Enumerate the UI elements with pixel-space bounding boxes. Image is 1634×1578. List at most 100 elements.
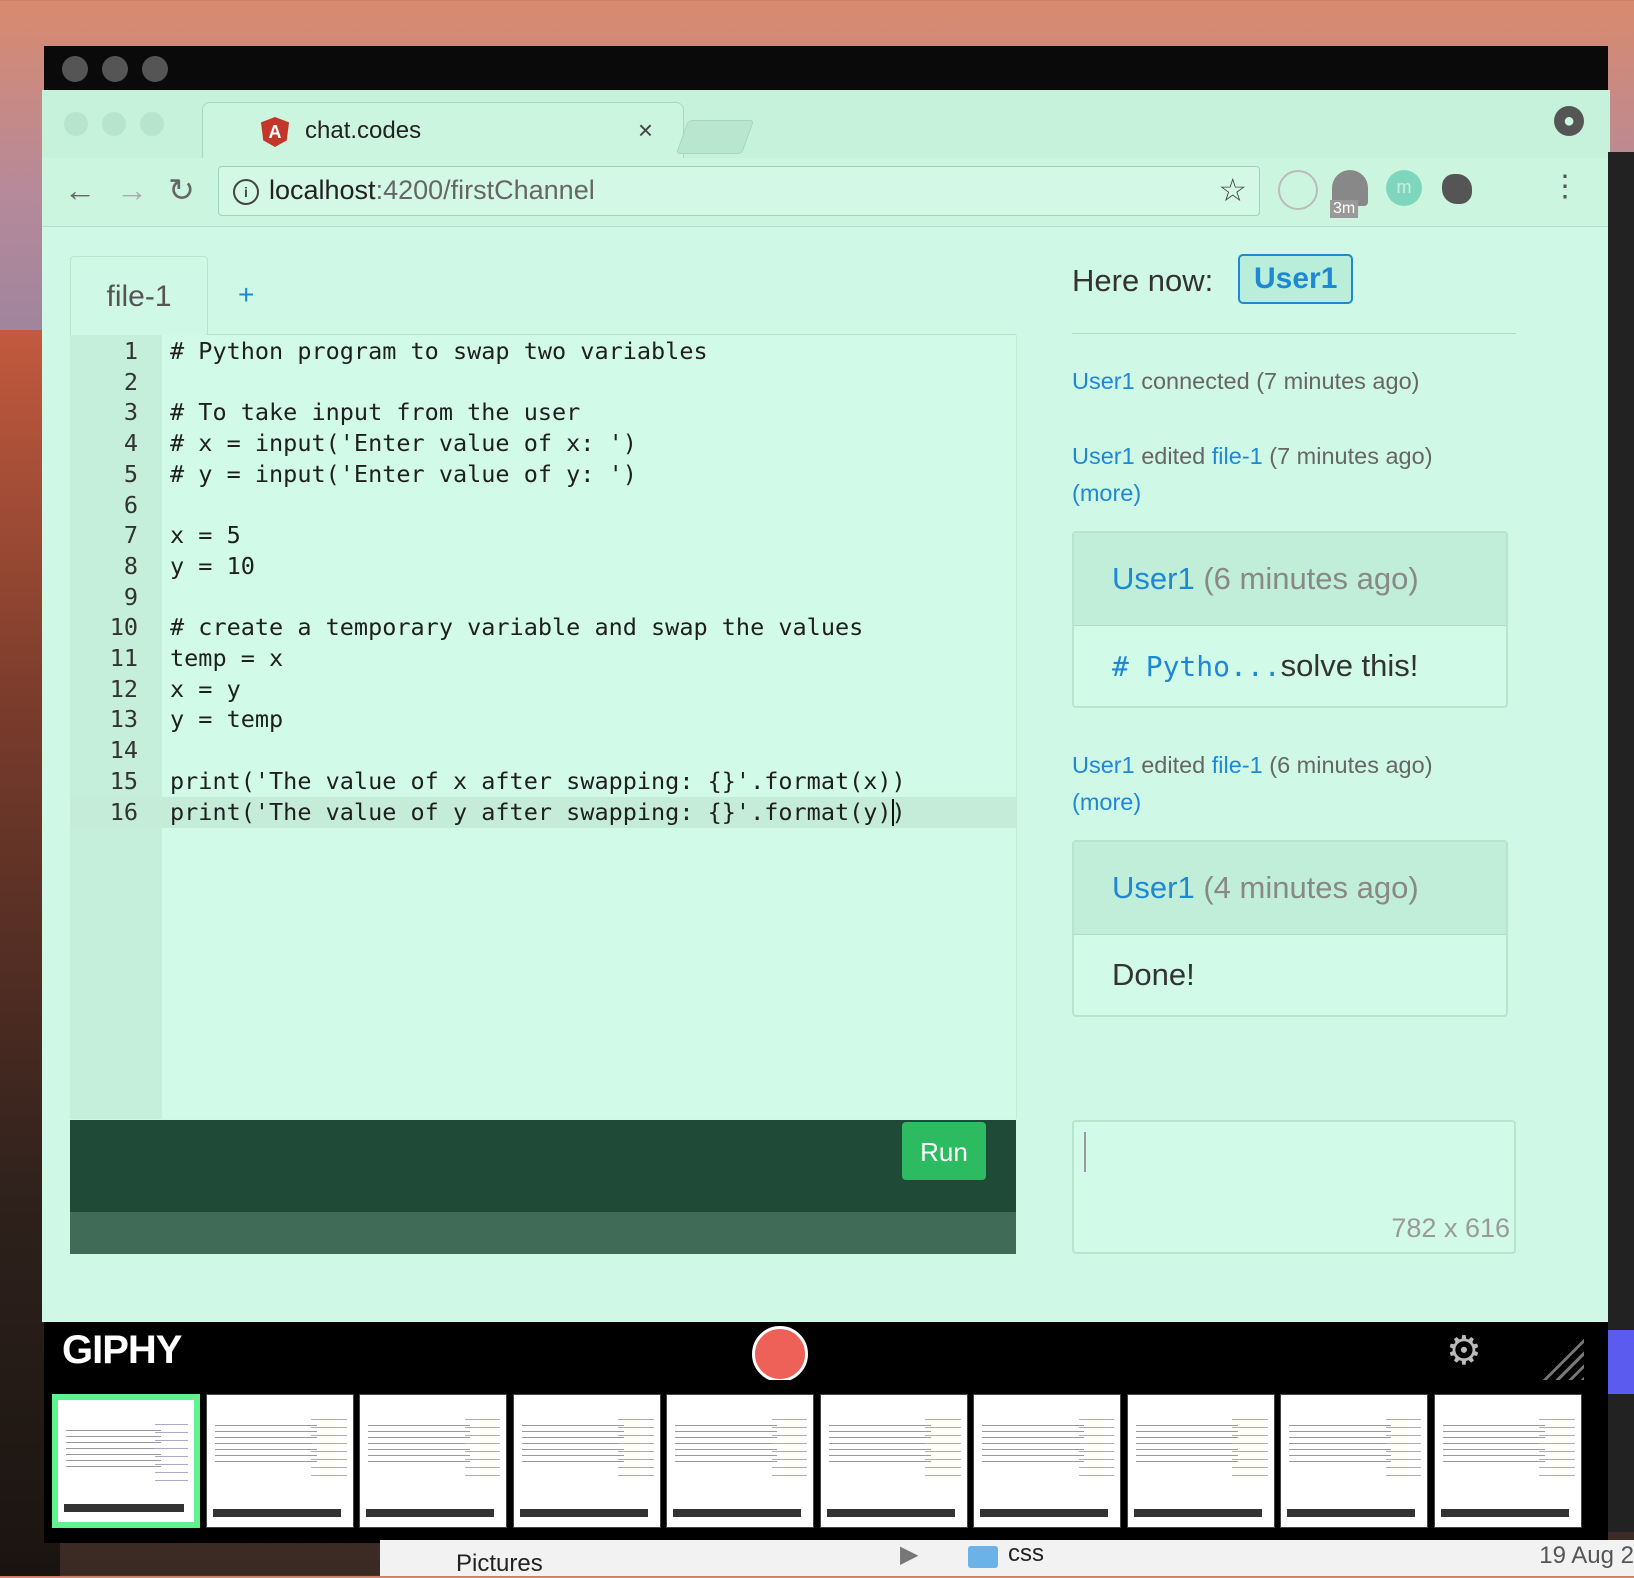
event-text: edited [1134,752,1212,778]
frame-thumbnail[interactable] [973,1394,1121,1528]
back-arrow-icon[interactable]: ← [64,172,96,208]
info-icon[interactable]: i [233,179,259,205]
frame-thumbnail[interactable] [359,1394,507,1528]
line-number: 6 [123,490,138,519]
thumbnail-detail [519,1509,648,1517]
code-line[interactable]: 12 x = y [70,674,1016,705]
code-line[interactable]: 7 x = 5 [70,520,1016,551]
size-overlay-label: 782 x 616 [1391,1213,1510,1243]
event-connected: User1 connected (7 minutes ago) [1072,363,1419,400]
line-number: 12 [109,674,138,703]
code-text: print('The value of y after swapping: {}… [170,797,906,826]
thumbnail-detail [368,1425,471,1465]
text-caret [892,798,894,826]
bookmark-star-icon[interactable]: ☆ [1218,171,1247,209]
message-user-link[interactable]: User1 [1112,561,1195,596]
code-line[interactable]: 9 [70,582,1016,613]
chat-sidebar: Here now: User1 User1 connected (7 minut… [1072,227,1516,1322]
record-button[interactable] [752,1326,808,1382]
thumbnail-detail [155,1424,188,1484]
new-tab-button[interactable] [675,120,755,154]
thumbnail-detail [212,1509,341,1517]
message-text: solve this! [1280,648,1419,683]
event-text: edited [1134,443,1212,469]
present-user-badge[interactable]: User1 [1238,254,1354,304]
frame-thumbnail[interactable] [819,1394,968,1528]
line-number: 3 [123,398,138,427]
capture-titlebar [44,46,1608,90]
browser-tab[interactable]: A chat.codes × [202,102,684,159]
run-button[interactable]: Run [902,1122,986,1180]
thumbnail-detail [521,1425,624,1465]
page-content: file-1 + 1 # Python program to swap two v… [42,227,1610,1322]
line-number: 11 [109,644,138,672]
more-link[interactable]: (more) [1072,789,1141,815]
frame-thumbnail[interactable] [1433,1394,1582,1528]
code-line[interactable]: 13 y = temp [70,704,1016,735]
frame-thumbnail[interactable] [205,1394,354,1528]
output-panel [70,1212,1016,1254]
code-line[interactable]: 15 print('The value of x after swapping: … [70,766,1016,797]
code-text: temp = x [170,644,284,672]
code-line[interactable]: 11 temp = x [70,643,1016,674]
code-snippet-link[interactable]: # Pytho... [1112,650,1281,683]
browser-toolbar: ← → ↻ i localhost:4200/firstChannel ☆ 3m… [42,158,1610,227]
code-line[interactable]: 6 [70,490,1016,521]
finder-folder-label[interactable]: css [1008,1540,1044,1568]
line-number: 16 [109,797,138,826]
finder-date-label: 19 Aug 2 [1539,1542,1634,1569]
event-user-link[interactable]: User1 [1072,368,1135,394]
thumbnail-detail [675,1425,778,1465]
code-line[interactable]: 4 # x = input('Enter value of x: ') [70,428,1016,459]
menu-dots-icon[interactable]: ⋮ [1550,172,1580,202]
address-bar[interactable]: i localhost:4200/firstChannel ☆ [218,166,1260,216]
code-line[interactable]: 1 # Python program to swap two variables [70,336,1016,367]
tab-strip: A chat.codes × ● [42,90,1610,159]
event-file-link[interactable]: file-1 [1212,443,1263,469]
code-editor[interactable]: 1 # Python program to swap two variables 2… [70,335,1017,1119]
line-number: 10 [109,613,138,642]
code-line[interactable]: 3 # To take input from the user [70,397,1016,428]
thumbnail-detail [1440,1509,1569,1517]
reload-icon[interactable]: ↻ [168,172,195,208]
profile-icon[interactable]: ● [1554,106,1584,136]
disclosure-triangle-icon[interactable]: ▶ [900,1540,918,1569]
frame-thumbnail[interactable] [1126,1394,1275,1528]
browser-zoom-light[interactable] [140,112,164,136]
frame-thumbnail[interactable] [1280,1394,1428,1528]
zoom-traffic-light[interactable] [142,56,168,82]
code-text: # Python program to swap two variables [170,337,708,365]
frame-thumbnail[interactable] [52,1394,200,1528]
close-traffic-light[interactable] [62,56,88,82]
add-file-tab-button[interactable]: + [238,279,254,311]
extension-pinwheel-icon[interactable] [1278,170,1318,210]
event-user-link[interactable]: User1 [1072,443,1135,469]
code-line[interactable]: 2 [70,367,1016,398]
more-link[interactable]: (more) [1072,480,1141,506]
code-line[interactable]: 16 print('The value of y after swapping: … [70,796,1016,828]
frame-thumbnail[interactable] [666,1394,814,1528]
code-line[interactable]: 5 # y = input('Enter value of y: ') [70,459,1016,490]
forward-arrow-icon[interactable]: → [116,172,148,208]
code-line[interactable]: 10 # create a temporary variable and swap… [70,612,1016,643]
evernote-elephant-icon[interactable] [1442,174,1472,204]
gear-icon[interactable]: ⚙ [1446,1328,1482,1374]
extension-m-icon[interactable]: m [1386,170,1422,206]
code-line[interactable]: 14 [70,735,1016,766]
message-user-link[interactable]: User1 [1112,870,1195,905]
thumbnail-detail [464,1419,500,1479]
event-file-link[interactable]: file-1 [1212,752,1263,778]
thumbnail-detail [366,1509,495,1517]
event-user-link[interactable]: User1 [1072,752,1135,778]
thumbnail-detail [618,1419,654,1479]
browser-close-light[interactable] [64,112,88,136]
chat-input[interactable]: 782 x 616 [1072,1120,1516,1254]
frame-thumbnail[interactable] [512,1394,661,1528]
file-tab[interactable]: file-1 [70,256,208,335]
line-number: 15 [109,766,138,795]
extension-timer-icon[interactable]: 3m [1330,170,1368,218]
minimize-traffic-light[interactable] [102,56,128,82]
tab-close-icon[interactable]: × [638,115,653,146]
code-line[interactable]: 8 y = 10 [70,551,1016,582]
browser-minimize-light[interactable] [102,112,126,136]
